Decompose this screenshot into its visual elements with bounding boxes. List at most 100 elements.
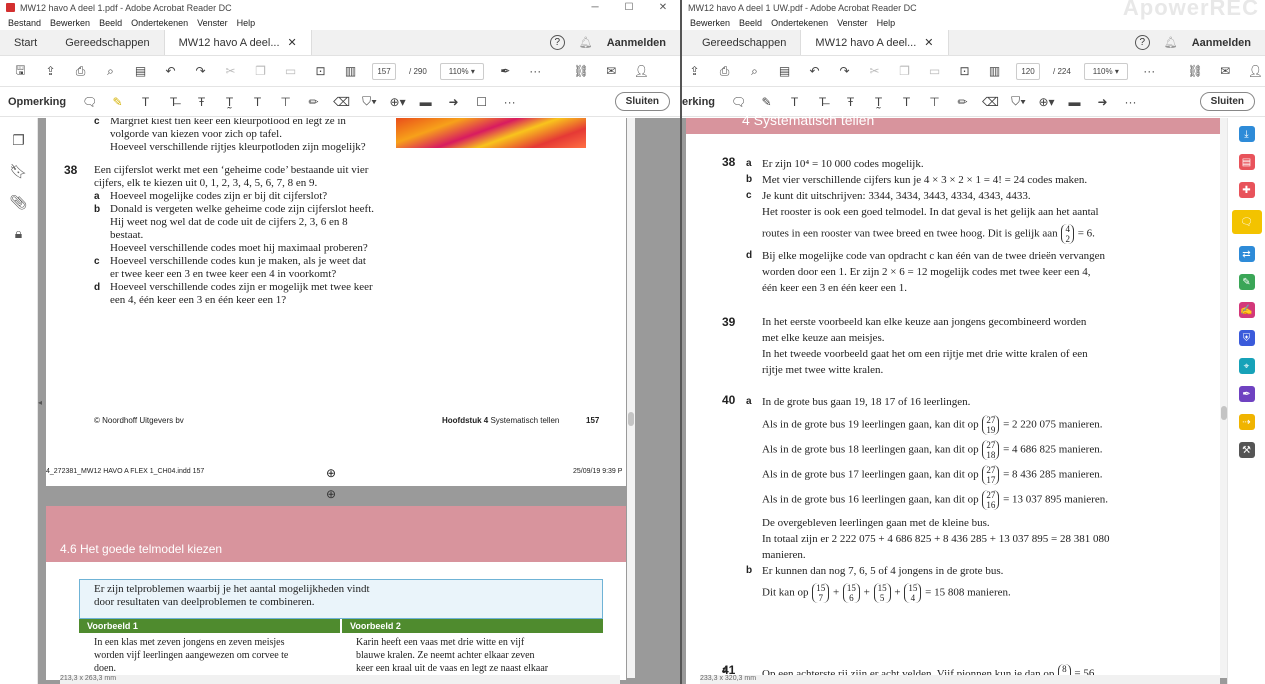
paste-icon[interactable]: ▭ bbox=[282, 64, 299, 78]
eraser-icon[interactable]: ⌫ bbox=[333, 95, 350, 109]
comment-icon[interactable]: 🗨︎ bbox=[1231, 210, 1262, 234]
close-icon[interactable]: ✕ bbox=[646, 2, 680, 13]
text-icon[interactable]: T bbox=[137, 95, 154, 109]
help-icon[interactable]: ? bbox=[549, 35, 565, 50]
menu-beeld[interactable]: Beeld bbox=[739, 18, 762, 28]
highlight-icon[interactable]: ✎ bbox=[109, 95, 126, 109]
scroll-thumb[interactable] bbox=[628, 412, 634, 426]
close-comment-button[interactable]: Sluiten bbox=[1199, 92, 1255, 111]
line-icon[interactable]: ▬ bbox=[417, 95, 434, 109]
page-view-icon[interactable]: ▥ bbox=[342, 64, 359, 78]
signin-button[interactable]: Aanmelden bbox=[607, 37, 666, 49]
upload-icon[interactable]: ⇪ bbox=[42, 64, 59, 78]
sticky-note-icon[interactable]: 🗨︎ bbox=[81, 95, 98, 109]
zoom-select[interactable]: 110% ▾ bbox=[439, 62, 484, 80]
arrow-icon[interactable]: ➜ bbox=[445, 95, 462, 109]
help-icon[interactable]: ? bbox=[1134, 35, 1150, 50]
textbox-icon[interactable]: ⊤ bbox=[277, 95, 294, 109]
paste-icon[interactable]: ▭ bbox=[926, 64, 943, 78]
sticky-note-icon[interactable]: 🗨︎ bbox=[730, 95, 747, 109]
eraser-icon[interactable]: ⌫ bbox=[982, 95, 999, 109]
close-comment-button[interactable]: Sluiten bbox=[614, 92, 670, 111]
rectangle-icon[interactable]: ☐ bbox=[473, 95, 490, 109]
zoom-search-icon[interactable]: ⌕ bbox=[102, 64, 119, 79]
left-vertical-scrollbar[interactable] bbox=[627, 118, 635, 678]
menu-bewerken[interactable]: Bewerken bbox=[690, 18, 730, 28]
protect-icon[interactable]: ⛨ bbox=[1238, 330, 1255, 346]
pages-icon[interactable]: ❐ bbox=[12, 132, 25, 149]
replace-text-icon[interactable]: Ŧ bbox=[842, 95, 859, 109]
link-icon[interactable]: ⛓ bbox=[1187, 64, 1204, 78]
scan-icon[interactable]: ⌖ bbox=[1238, 358, 1255, 374]
add-text-icon[interactable]: T bbox=[249, 95, 266, 109]
maximize-icon[interactable]: ☐ bbox=[612, 2, 646, 13]
arrow-icon[interactable]: ➜ bbox=[1094, 95, 1111, 109]
zoom-search-icon[interactable]: ⌕ bbox=[746, 64, 763, 79]
tab-tools[interactable]: Gereedschappen bbox=[51, 30, 163, 55]
link-icon[interactable]: ⛓ bbox=[573, 64, 590, 78]
menu-help[interactable]: Help bbox=[237, 18, 256, 28]
menu-help[interactable]: Help bbox=[877, 18, 896, 28]
undo-icon[interactable]: ↶ bbox=[806, 64, 823, 78]
line-icon[interactable]: ▬ bbox=[1066, 95, 1083, 109]
tab-document[interactable]: MW12 havo A deel... ✕ bbox=[800, 30, 949, 55]
fill-sign-icon[interactable]: ✍ bbox=[1238, 302, 1255, 318]
more-icon[interactable]: ··· bbox=[527, 64, 544, 78]
mail-icon[interactable]: ✉ bbox=[1217, 64, 1234, 78]
more-tools-icon[interactable]: ⚒ bbox=[1238, 442, 1255, 458]
strikethrough-icon[interactable]: T̶ bbox=[165, 95, 182, 109]
pencil-icon[interactable]: ✏ bbox=[954, 95, 971, 109]
more-comment-icon[interactable]: ··· bbox=[1122, 95, 1139, 109]
combine-files-icon[interactable]: ⇄ bbox=[1238, 246, 1255, 262]
menu-bestand[interactable]: Bestand bbox=[8, 18, 41, 28]
upload-icon[interactable]: ⇪ bbox=[686, 64, 703, 78]
text-icon[interactable]: T bbox=[786, 95, 803, 109]
bell-icon[interactable]: 🔔︎ bbox=[579, 36, 593, 49]
tab-start[interactable]: Start bbox=[0, 30, 51, 55]
document-icon[interactable]: ▤ bbox=[776, 64, 793, 78]
cut-icon[interactable]: ✂ bbox=[222, 64, 239, 78]
tab-document[interactable]: MW12 havo A deel... ✕ bbox=[163, 30, 312, 55]
bell-icon[interactable]: 🔔︎ bbox=[1164, 36, 1178, 49]
mail-icon[interactable]: ✉ bbox=[603, 64, 620, 78]
send-for-review-icon[interactable]: ⇢ bbox=[1238, 414, 1255, 430]
print-icon[interactable]: ⎙ bbox=[716, 64, 733, 79]
attachment-icon[interactable]: 📎︎ bbox=[10, 194, 28, 211]
copy-icon[interactable]: ❐ bbox=[896, 64, 913, 78]
request-signature-icon[interactable]: ✒ bbox=[1238, 386, 1255, 402]
stamp-icon[interactable]: ⛉▾ bbox=[361, 94, 378, 109]
more-icon[interactable]: ··· bbox=[1141, 64, 1158, 78]
insert-text-icon[interactable]: T̰ bbox=[870, 95, 887, 109]
page-number-input[interactable]: 157 bbox=[372, 62, 396, 80]
bookmark-icon[interactable]: 🔖︎ bbox=[10, 163, 28, 180]
attach-icon[interactable]: ⊕▾ bbox=[389, 95, 406, 109]
strikethrough-icon[interactable]: T̶ bbox=[814, 95, 831, 109]
save-icon[interactable]: 🖫 bbox=[12, 61, 29, 82]
security-icon[interactable]: 🔒︎ bbox=[15, 225, 22, 242]
left-collapse-arrow[interactable]: ◂ bbox=[38, 398, 42, 407]
redo-icon[interactable]: ↷ bbox=[836, 64, 853, 78]
tab-tools[interactable]: Gereedschappen bbox=[682, 30, 800, 55]
tab-close-icon[interactable]: ✕ bbox=[924, 36, 933, 49]
snapshot-icon[interactable]: ⊡ bbox=[312, 64, 329, 78]
minimize-icon[interactable]: ─ bbox=[578, 2, 612, 13]
share-user-icon[interactable]: 👤︎ bbox=[633, 64, 650, 78]
copy-icon[interactable]: ❐ bbox=[252, 64, 269, 78]
edit-pdf-icon[interactable]: ✎ bbox=[1238, 274, 1255, 290]
replace-text-icon[interactable]: Ŧ bbox=[193, 95, 210, 109]
signin-button[interactable]: Aanmelden bbox=[1192, 37, 1251, 49]
document-icon[interactable]: ▤ bbox=[132, 64, 149, 78]
pencil-icon[interactable]: ✏ bbox=[305, 95, 322, 109]
redo-icon[interactable]: ↷ bbox=[192, 64, 209, 78]
menu-ondertekenen[interactable]: Ondertekenen bbox=[131, 18, 188, 28]
print-icon[interactable]: ⎙ bbox=[72, 64, 89, 79]
create-pdf-icon[interactable]: ✚ bbox=[1238, 182, 1255, 198]
page-view-icon[interactable]: ▥ bbox=[986, 64, 1003, 78]
textbox-icon[interactable]: ⊤ bbox=[926, 95, 943, 109]
zoom-select[interactable]: 110% ▾ bbox=[1083, 62, 1128, 80]
insert-text-icon[interactable]: T̰ bbox=[221, 95, 238, 109]
menu-beeld[interactable]: Beeld bbox=[99, 18, 122, 28]
sign-icon[interactable]: ✒ bbox=[497, 64, 514, 78]
menu-venster[interactable]: Venster bbox=[837, 18, 868, 28]
share-user-icon[interactable]: 👤︎ bbox=[1247, 64, 1264, 78]
